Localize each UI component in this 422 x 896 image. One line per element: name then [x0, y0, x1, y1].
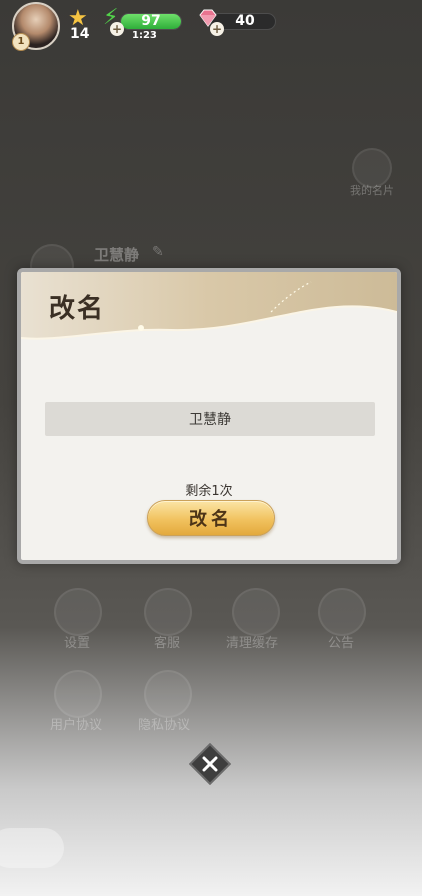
menu-announcement: 公告 — [328, 636, 355, 651]
shield-icon — [144, 670, 192, 718]
back-button[interactable] — [0, 828, 64, 868]
settings-icon — [54, 588, 102, 636]
profile-name: 卫慧静 — [94, 246, 140, 264]
rename-dialog: 改名 剩余1次 改名 — [17, 268, 401, 564]
announce-icon — [318, 588, 366, 636]
menu-user-agreement: 用户协议 — [50, 718, 103, 733]
menu-clear-cache: 清理缓存 — [226, 636, 279, 651]
menu-privacy: 隐私协议 — [138, 718, 191, 733]
player-level-badge: 1 — [12, 33, 30, 51]
energy-value: 97 — [141, 13, 161, 29]
service-icon — [144, 588, 192, 636]
gem-value: 40 — [235, 13, 255, 29]
rename-button[interactable]: 改名 — [147, 500, 275, 536]
trash-icon — [232, 588, 280, 636]
star-count: 14 — [70, 26, 90, 42]
remaining-count: 剩余1次 — [185, 484, 233, 499]
dialog-title: 改名 — [49, 294, 106, 324]
my-card-label: 我的名片 — [350, 184, 394, 197]
edit-pencil-icon: ✎ — [152, 244, 164, 260]
name-input[interactable] — [45, 402, 375, 436]
menu-service: 客服 — [154, 636, 181, 651]
energy-timer: 1:23 — [132, 30, 157, 41]
menu-settings: 设置 — [64, 636, 91, 651]
close-button[interactable] — [189, 743, 231, 785]
status-bar: 1 ★ 14 ⚡ + 97 1:23 + 40 — [0, 0, 422, 51]
agreement-icon — [54, 670, 102, 718]
